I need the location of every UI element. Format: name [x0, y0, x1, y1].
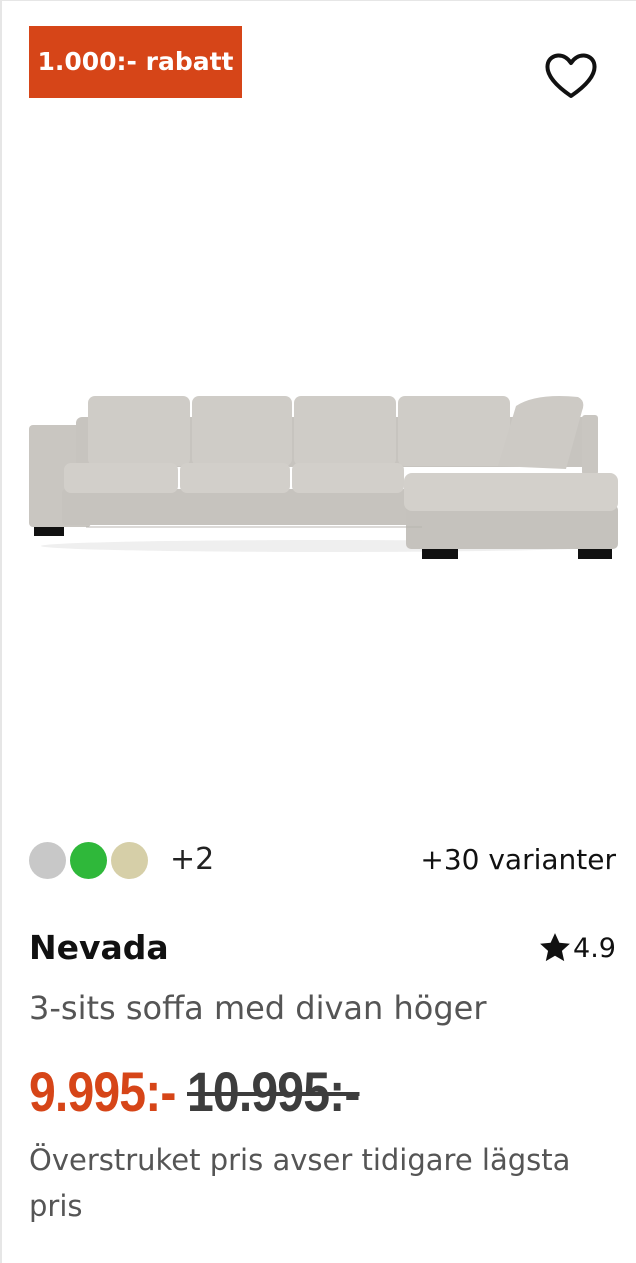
price-note: Överstruket pris avser tidigare lägsta p… [29, 1143, 571, 1223]
product-description: 3-sits soffa med divan höger [29, 989, 487, 1027]
discount-badge: 1.000:- rabatt [29, 26, 242, 98]
product-rating: 4.9 [538, 925, 616, 971]
variants-link[interactable]: +30 varianter [420, 840, 616, 880]
color-swatch-beige[interactable] [111, 841, 148, 879]
star-icon [540, 933, 570, 962]
color-swatches: +2 [29, 840, 214, 880]
more-colors-count[interactable]: +2 [170, 840, 214, 880]
favorite-button[interactable] [543, 50, 599, 100]
price-row: 9.995:- 10.995:- [29, 1059, 388, 1129]
heart-outline-icon [545, 53, 597, 98]
product-image[interactable] [26, 381, 622, 581]
current-price: 9.995:- [29, 1060, 176, 1123]
product-name[interactable]: Nevada [29, 925, 169, 971]
rating-value: 4.9 [573, 932, 616, 964]
color-swatch-gray[interactable] [29, 841, 66, 879]
product-card[interactable]: 1.000:- rabatt +2 +30 varianter Nevada 4… [0, 0, 636, 1263]
color-swatch-green[interactable] [70, 841, 107, 879]
original-price: 10.995:- [187, 1060, 360, 1123]
